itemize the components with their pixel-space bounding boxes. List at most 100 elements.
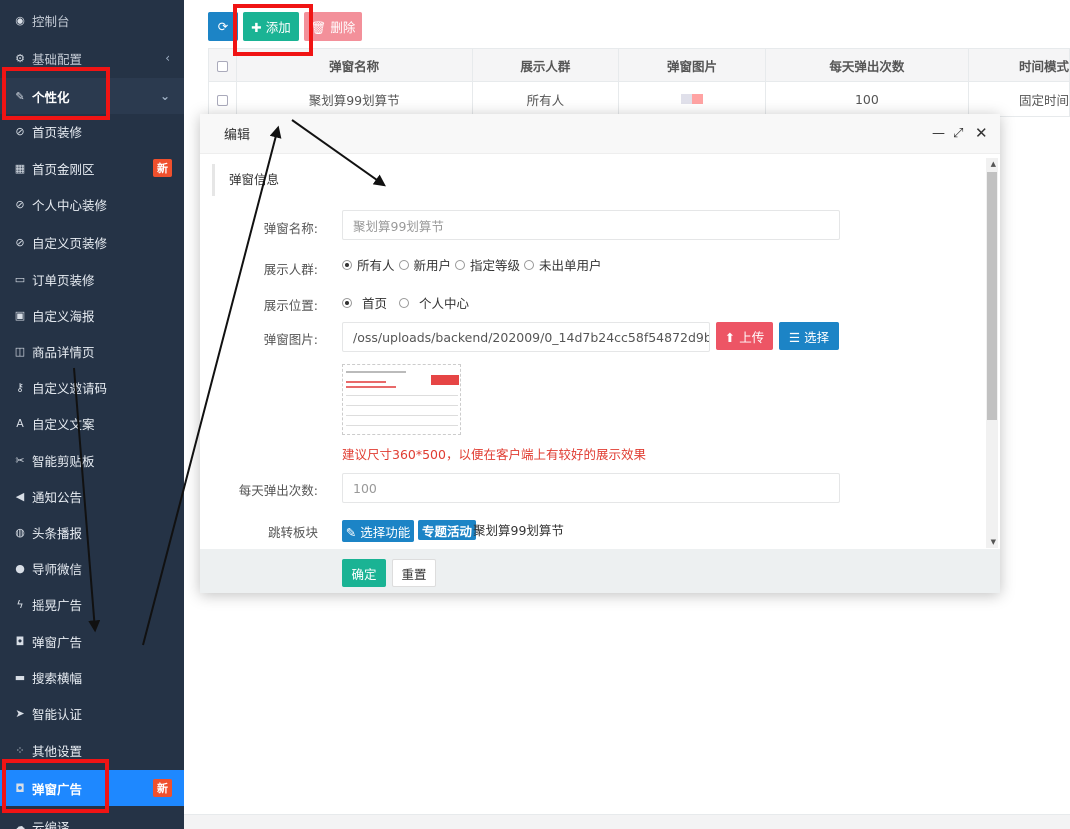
column-header[interactable]: 时间模式: [967, 48, 1070, 82]
sidebar-item-smart-auth[interactable]: ➤ 智能认证: [0, 697, 184, 729]
radio-button[interactable]: [399, 297, 410, 308]
option-label: 未出单用户: [539, 258, 602, 273]
sidebar-item-invite-code[interactable]: ⚷ 自定义邀请码: [0, 371, 184, 403]
sidebar-item-product-detail[interactable]: ◫ 商品详情页: [0, 335, 184, 367]
popup-image-path-input[interactable]: /oss/uploads/backend/202009/0_14d7b24cc5…: [342, 322, 710, 352]
scrollbar-thumb[interactable]: [987, 172, 997, 420]
sidebar-item-notice[interactable]: ◀ 通知公告: [0, 480, 184, 512]
checkbox[interactable]: [216, 60, 228, 72]
modal-footer: 确定 重置: [200, 549, 1000, 593]
popup-name-input[interactable]: 聚划算99划算节: [342, 210, 840, 240]
wechat-icon: ●: [15, 561, 25, 575]
sidebar-item-label: 通知公告: [32, 489, 83, 505]
option-label: 所有人: [357, 258, 395, 273]
apps-icon: ⁘: [15, 743, 25, 757]
sidebar-item-label: 智能认证: [32, 706, 83, 722]
brush-icon: ⊘: [15, 235, 25, 249]
sidebar-item-profile-decor[interactable]: ⊘ 个人中心装修: [0, 188, 184, 220]
sidebar-item-label: 搜索横幅: [32, 670, 83, 686]
radio-button[interactable]: [455, 259, 466, 270]
minimize-icon[interactable]: —: [932, 126, 945, 141]
radio-button[interactable]: [342, 297, 352, 308]
new-badge: 新: [153, 159, 172, 177]
radio-button[interactable]: [342, 259, 352, 270]
brush-icon: ⊘: [15, 124, 25, 138]
checkbox[interactable]: [216, 94, 228, 106]
column-header[interactable]: 每天弹出次数: [764, 48, 969, 82]
sidebar-item-custom-page-decor[interactable]: ⊘ 自定义页装修: [0, 226, 184, 258]
send-icon: ➤: [15, 706, 25, 720]
sidebar-item-label: 自定义海报: [32, 308, 95, 324]
modal-header[interactable]: 编辑 — ⤢ ✕: [200, 114, 1000, 154]
audience-label: 展示人群:: [263, 262, 318, 277]
close-icon[interactable]: ✕: [975, 124, 988, 142]
audience-option-all[interactable]: 所有人: [342, 255, 395, 274]
sidebar-item-headline[interactable]: ◍ 头条播报: [0, 516, 184, 548]
column-header[interactable]: 弹窗图片: [618, 48, 766, 82]
audience-option-level[interactable]: 指定等级: [455, 255, 520, 274]
position-option-profile[interactable]: 个人中心: [399, 293, 469, 312]
font-icon: A: [16, 416, 24, 430]
choose-function-button[interactable]: ✎ 选择功能: [342, 520, 414, 542]
sidebar-item-mentor-wechat[interactable]: ● 导师微信: [0, 552, 184, 584]
sidebar-item-label: 自定义文案: [32, 416, 95, 432]
radio-button[interactable]: [524, 259, 535, 270]
sidebar-item-label: 导师微信: [32, 561, 83, 577]
popup-image-thumbnail[interactable]: [680, 93, 703, 104]
footer-bar: [184, 814, 1070, 829]
scroll-up-icon[interactable]: ▲: [991, 160, 996, 168]
sidebar-item-order-page-decor[interactable]: ▭ 订单页装修: [0, 263, 184, 295]
maximize-icon[interactable]: ⤢: [953, 126, 963, 141]
scissors-icon: ✂: [15, 453, 25, 467]
sidebar-item-custom-poster[interactable]: ▣ 自定义海报: [0, 299, 184, 331]
daily-count-input[interactable]: 100: [342, 473, 840, 503]
sidebar-item-custom-text[interactable]: A 自定义文案: [0, 407, 184, 439]
sidebar-item-popup-ad[interactable]: ◘ 弹窗广告: [0, 625, 184, 657]
sidebar-item-label: 订单页装修: [32, 272, 95, 288]
image-icon: ▣: [14, 308, 26, 322]
audience-radio-group: 所有人 新用户 指定等级 未出单用户: [342, 255, 606, 274]
sidebar-item-label: 自定义页装修: [32, 235, 108, 251]
sidebar-item-shake-ad[interactable]: ϟ 摇晃广告: [0, 588, 184, 620]
position-radio-group: 首页 个人中心: [342, 293, 473, 312]
modal-scrollbar[interactable]: [986, 158, 998, 548]
audience-option-new[interactable]: 新用户: [398, 255, 452, 274]
position-option-home[interactable]: 首页: [342, 293, 387, 312]
topic-tag: 专题活动: [418, 520, 477, 540]
option-label: 个人中心: [419, 296, 470, 311]
row-select-cell[interactable]: [208, 81, 237, 117]
shield-icon: ◘: [15, 634, 25, 648]
audience-option-no-order[interactable]: 未出单用户: [524, 255, 602, 274]
table-row[interactable]: 聚划算99划算节 所有人 100 固定时间: [208, 81, 1070, 117]
sidebar-item-smart-clipboard[interactable]: ✂ 智能剪贴板: [0, 444, 184, 476]
map-pin-icon: ◍: [15, 525, 25, 539]
highlight-box-popup-ad: [2, 759, 109, 813]
modal-body: 弹窗信息 弹窗名称: 聚划算99划算节 展示人群: 所有人 新用户 指定等级 未…: [200, 154, 1000, 549]
image-size-hint: 建议尺寸360*500，以便在客户端上有较好的展示效果: [342, 447, 646, 462]
scroll-down-icon[interactable]: ▼: [991, 538, 996, 546]
table-cell: 所有人: [471, 81, 620, 117]
table-cell: 固定时间: [967, 81, 1070, 117]
brush-icon: ⊘: [15, 197, 25, 211]
columns-icon: ◫: [14, 344, 26, 358]
option-label: 指定等级: [470, 258, 521, 273]
table-cell: 100: [764, 81, 969, 117]
sidebar-item-home-grid[interactable]: ▦ 首页金刚区 新: [0, 152, 184, 184]
reset-button[interactable]: 重置: [392, 559, 436, 587]
option-label: 新用户: [413, 258, 452, 273]
new-badge: 新: [153, 779, 172, 797]
column-header[interactable]: 展示人群: [471, 48, 620, 82]
sidebar-item-dashboard[interactable]: ◉ 控制台: [0, 4, 184, 36]
sidebar-item-search-banner[interactable]: ▬ 搜索横幅: [0, 661, 184, 693]
ad-icon: ▬: [14, 670, 26, 684]
upload-button[interactable]: ⬆ 上传: [716, 322, 773, 350]
radio-button[interactable]: [398, 259, 409, 270]
sidebar-item-label: 基础配置: [32, 51, 83, 67]
table-cell: 聚划算99划算节: [235, 81, 473, 117]
sidebar-item-label: 智能剪贴板: [32, 453, 95, 469]
popup-image-preview[interactable]: [342, 364, 461, 435]
table-header-row: 弹窗名称 展示人群 弹窗图片 每天弹出次数 时间模式: [208, 48, 1070, 82]
sidebar-item-label: 自定义邀请码: [32, 380, 108, 396]
confirm-button[interactable]: 确定: [342, 559, 386, 587]
choose-button[interactable]: ☰ 选择: [779, 322, 839, 350]
